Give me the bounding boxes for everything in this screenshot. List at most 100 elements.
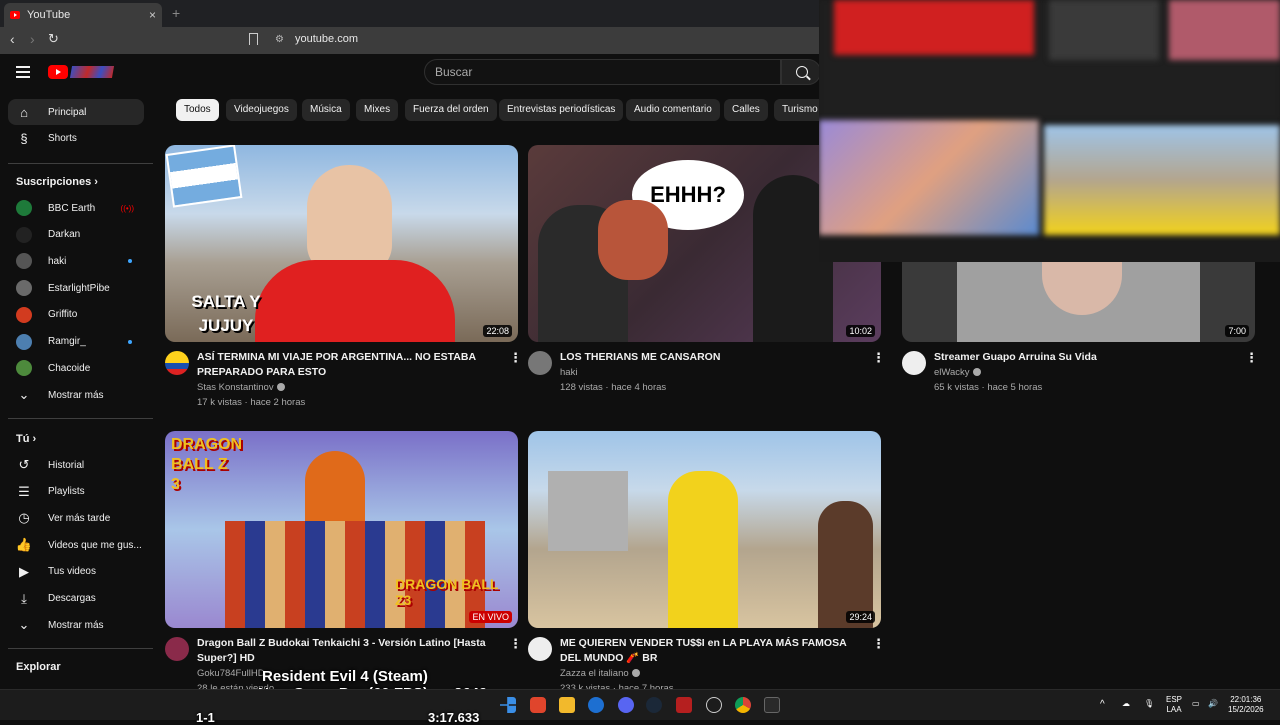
more-options-icon[interactable]: ⋮	[1245, 350, 1258, 366]
filter-chip[interactable]: Todos	[176, 99, 219, 121]
show-more-you[interactable]: ⌄ Mostrar más	[8, 612, 144, 638]
subscription-item[interactable]: Darkan	[8, 222, 144, 248]
video-title[interactable]: Streamer Guapo Arruina Su Vida	[934, 350, 1234, 365]
channel-name[interactable]: Goku784FullHD	[197, 668, 265, 679]
youtube-logo-icon[interactable]	[48, 65, 68, 79]
channel-avatar[interactable]	[528, 351, 552, 375]
video-title[interactable]: ASÍ TERMINA MI VIAJE POR ARGENTINA... NO…	[197, 350, 497, 380]
video-title[interactable]: ME QUIEREN VENDER TU$$I en LA PLAYA MÁS …	[560, 636, 860, 666]
more-options-icon[interactable]: ⋮	[872, 636, 885, 652]
wifi-icon[interactable]: ▭	[1192, 699, 1200, 709]
subscription-item[interactable]: EstarlightPibe	[8, 275, 144, 301]
sidebar-item-watch-later[interactable]: ◷ Ver más tarde	[8, 505, 144, 531]
person-face	[307, 165, 392, 275]
more-options-icon[interactable]: ⋮	[509, 636, 522, 652]
subscription-item[interactable]: Griffito	[8, 302, 144, 328]
microphone-icon[interactable]: 🎙	[1144, 699, 1154, 709]
forward-icon[interactable]: ›	[30, 31, 35, 47]
filter-chip[interactable]: Música	[302, 99, 350, 121]
filter-chip[interactable]: Entrevistas periodísticas	[499, 99, 624, 121]
sidebar-item-shorts[interactable]: § Shorts	[8, 125, 144, 151]
you-heading[interactable]: Tú ›	[16, 433, 36, 445]
channel-name[interactable]: haki	[560, 367, 577, 378]
video-title[interactable]: LOS THERIANS ME CANSARON	[560, 350, 860, 365]
search-input[interactable]: Buscar	[424, 59, 781, 85]
sidebar-item-label: Videos que me gus...	[48, 539, 142, 551]
channel-avatar[interactable]	[165, 637, 189, 661]
video-title[interactable]: Dragon Ball Z Budokai Tenkaichi 3 - Vers…	[197, 636, 497, 666]
tab-title: YouTube	[27, 9, 71, 21]
sidebar-divider	[8, 648, 153, 649]
channel-avatar[interactable]	[528, 637, 552, 661]
discord-icon[interactable]	[618, 697, 634, 713]
fox-mask	[598, 200, 668, 280]
site-info-icon[interactable]: ⚙	[275, 34, 284, 45]
sidebar-item-playlists[interactable]: ☰ Playlists	[8, 479, 144, 505]
new-tab-button[interactable]: +	[172, 5, 180, 21]
language-indicator[interactable]: ESP LAA	[1166, 695, 1182, 715]
video-thumbnail[interactable]: 29:24	[528, 431, 881, 628]
watch-later-icon: ◷	[18, 510, 30, 526]
brave-icon[interactable]	[530, 697, 546, 713]
channel-name[interactable]: elWacky	[934, 367, 981, 378]
doodle-logo[interactable]	[69, 66, 115, 78]
channel-name[interactable]: Stas Konstantinov	[197, 382, 285, 393]
filter-chip[interactable]: Audio comentario	[626, 99, 720, 121]
subscription-item[interactable]: BBC Earth ((•))	[8, 195, 144, 221]
filter-chip[interactable]: Calles	[724, 99, 768, 121]
file-explorer-icon[interactable]	[559, 697, 575, 713]
sidebar-item-your-videos[interactable]: ▶ Tus videos	[8, 559, 144, 585]
show-more-subscriptions[interactable]: ⌄ Mostrar más	[8, 382, 144, 408]
channel-avatar[interactable]	[165, 351, 189, 375]
network-tray-icon[interactable]: ☁	[1122, 699, 1130, 709]
subscription-label: Griffito	[48, 309, 78, 321]
channel-avatar[interactable]	[902, 351, 926, 375]
filter-chip[interactable]: Mixes	[356, 99, 399, 121]
browser-tab[interactable]: YouTube ×	[4, 3, 162, 27]
tab-close-icon[interactable]: ×	[149, 8, 156, 22]
channel-avatar	[16, 226, 32, 243]
chrome-icon[interactable]	[735, 697, 751, 713]
live-badge: EN VIVO	[469, 611, 512, 623]
obs-icon[interactable]	[706, 697, 722, 713]
sidebar-item-downloads[interactable]: ⤓ Descargas	[8, 586, 144, 612]
steam-icon[interactable]	[646, 697, 662, 713]
sidebar-item-principal[interactable]: ⌂ Principal	[8, 99, 144, 125]
bing-icon[interactable]	[588, 697, 604, 713]
volume-icon[interactable]: 🔊	[1208, 699, 1218, 709]
video-duration: 29:24	[846, 611, 875, 623]
video-thumbnail[interactable]: DRAGON BALL Z3 DRAGON BALL Z3 EN VIVO	[165, 431, 518, 628]
menu-icon[interactable]	[16, 66, 30, 81]
more-options-icon[interactable]: ⋮	[872, 350, 885, 366]
show-more-label: Mostrar más	[48, 619, 104, 631]
channel-name[interactable]: Zazza el italiano	[560, 668, 640, 679]
video-thumbnail[interactable]: SALTA Y JUJUY 22:08	[165, 145, 518, 342]
windows-start-icon[interactable]	[500, 697, 516, 713]
overlay-game-title: Resident Evil 4 (Steam)	[262, 668, 428, 685]
subscription-item[interactable]: haki	[8, 248, 144, 274]
search-button[interactable]	[781, 59, 821, 85]
bookmark-icon[interactable]	[249, 33, 258, 45]
app-icon[interactable]	[676, 697, 692, 713]
back-icon[interactable]: ‹	[10, 31, 15, 47]
sidebar-item-history[interactable]: ↺ Historial	[8, 452, 144, 478]
filter-chip[interactable]: Fuerza del orden	[405, 99, 497, 121]
subscription-item[interactable]: Chacoide	[8, 355, 144, 381]
filter-chip[interactable]: Turismo	[774, 99, 826, 121]
sidebar-item-liked-videos[interactable]: 👍 Videos que me gus...	[8, 532, 144, 558]
sidebar-item-label: Principal	[48, 106, 87, 118]
more-options-icon[interactable]: ⋮	[509, 350, 522, 366]
clock[interactable]: 22:01:36 15/2/2026	[1228, 695, 1264, 715]
thumbnail-text: SALTA Y JUJUY	[191, 292, 261, 335]
subscriptions-heading[interactable]: Suscripciones ›	[16, 176, 98, 188]
reload-icon[interactable]: ↻	[48, 31, 59, 47]
sidebar-item-label: Descargas	[48, 593, 96, 604]
sidebar-item-label: Historial	[48, 459, 85, 471]
subscription-item[interactable]: Ramgir_	[8, 329, 144, 355]
tray-chevron-icon[interactable]: ^	[1100, 700, 1105, 710]
overlay-timer: 3:17.633	[428, 710, 480, 725]
url-field[interactable]: youtube.com	[295, 33, 358, 45]
channel-avatar	[16, 280, 32, 297]
app-icon-2[interactable]	[764, 697, 780, 713]
filter-chip[interactable]: Videojuegos	[226, 99, 297, 121]
